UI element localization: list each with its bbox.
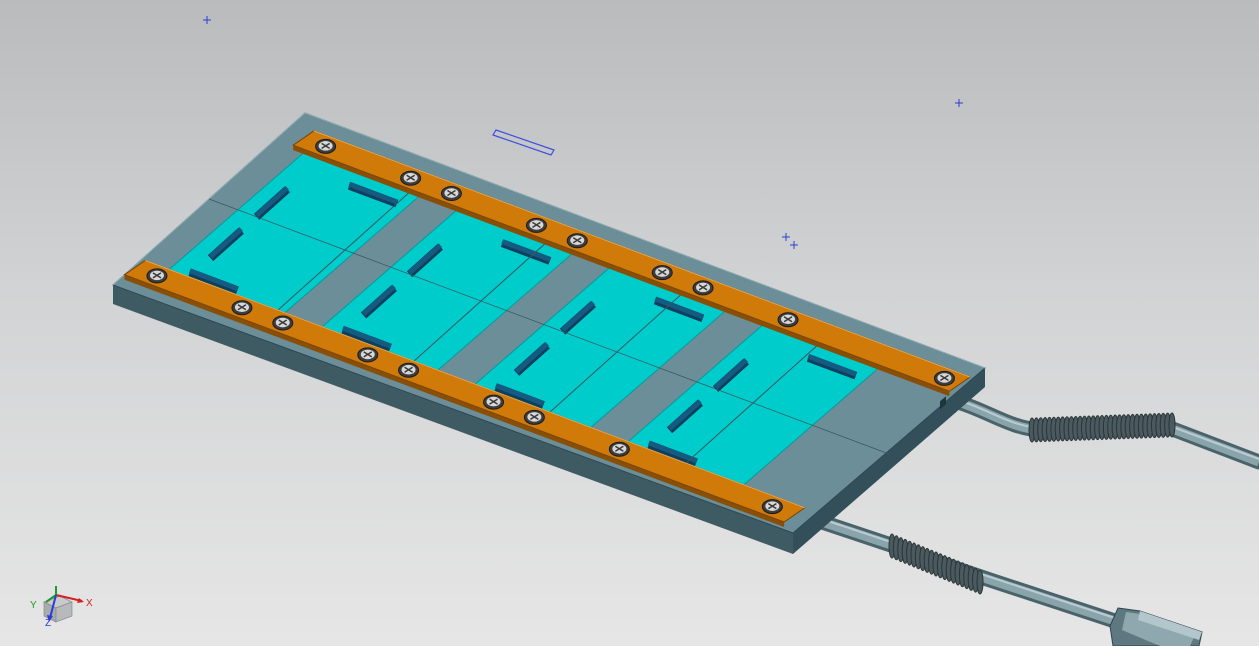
hex-connector[interactable]	[1109, 607, 1203, 646]
graphics-viewport[interactable]: X Y Z	[0, 0, 1259, 646]
clamp-screw	[146, 268, 168, 284]
clamp-screw	[357, 347, 379, 363]
clamp-screw	[761, 499, 783, 515]
clamp-screw	[692, 280, 714, 296]
clamp-screw	[933, 370, 955, 386]
clamp-screw	[651, 265, 673, 281]
clamp-screw	[231, 300, 253, 316]
clamp-screw	[777, 312, 799, 328]
clamp-screw	[608, 441, 630, 457]
coil-ring	[976, 569, 984, 595]
lower-strain-relief	[888, 533, 984, 595]
datum-point-marker[interactable]	[790, 241, 798, 249]
clamp-screw	[398, 362, 420, 378]
clamp-screw	[523, 409, 545, 425]
upper-strain-relief	[1028, 412, 1176, 443]
clamp-screw	[483, 394, 505, 410]
clamp-screw	[566, 233, 588, 249]
clamp-screw	[315, 138, 337, 154]
model-scene[interactable]	[0, 0, 1259, 646]
datum-point-marker[interactable]	[203, 16, 211, 24]
clamp-screw	[525, 217, 547, 233]
sketch-outline[interactable]	[492, 129, 555, 156]
clamp-screw	[400, 170, 422, 186]
triad-y-label: Y	[30, 600, 37, 611]
triad-x-label: X	[86, 598, 93, 609]
view-triad[interactable]: X Y Z	[28, 582, 98, 634]
datum-point-marker[interactable]	[955, 99, 963, 107]
clamp-screw	[272, 315, 294, 331]
clamp-screw	[440, 186, 462, 202]
coil-ring	[1168, 412, 1176, 438]
datum-point-marker[interactable]	[782, 233, 790, 241]
triad-z-label: Z	[45, 618, 52, 629]
